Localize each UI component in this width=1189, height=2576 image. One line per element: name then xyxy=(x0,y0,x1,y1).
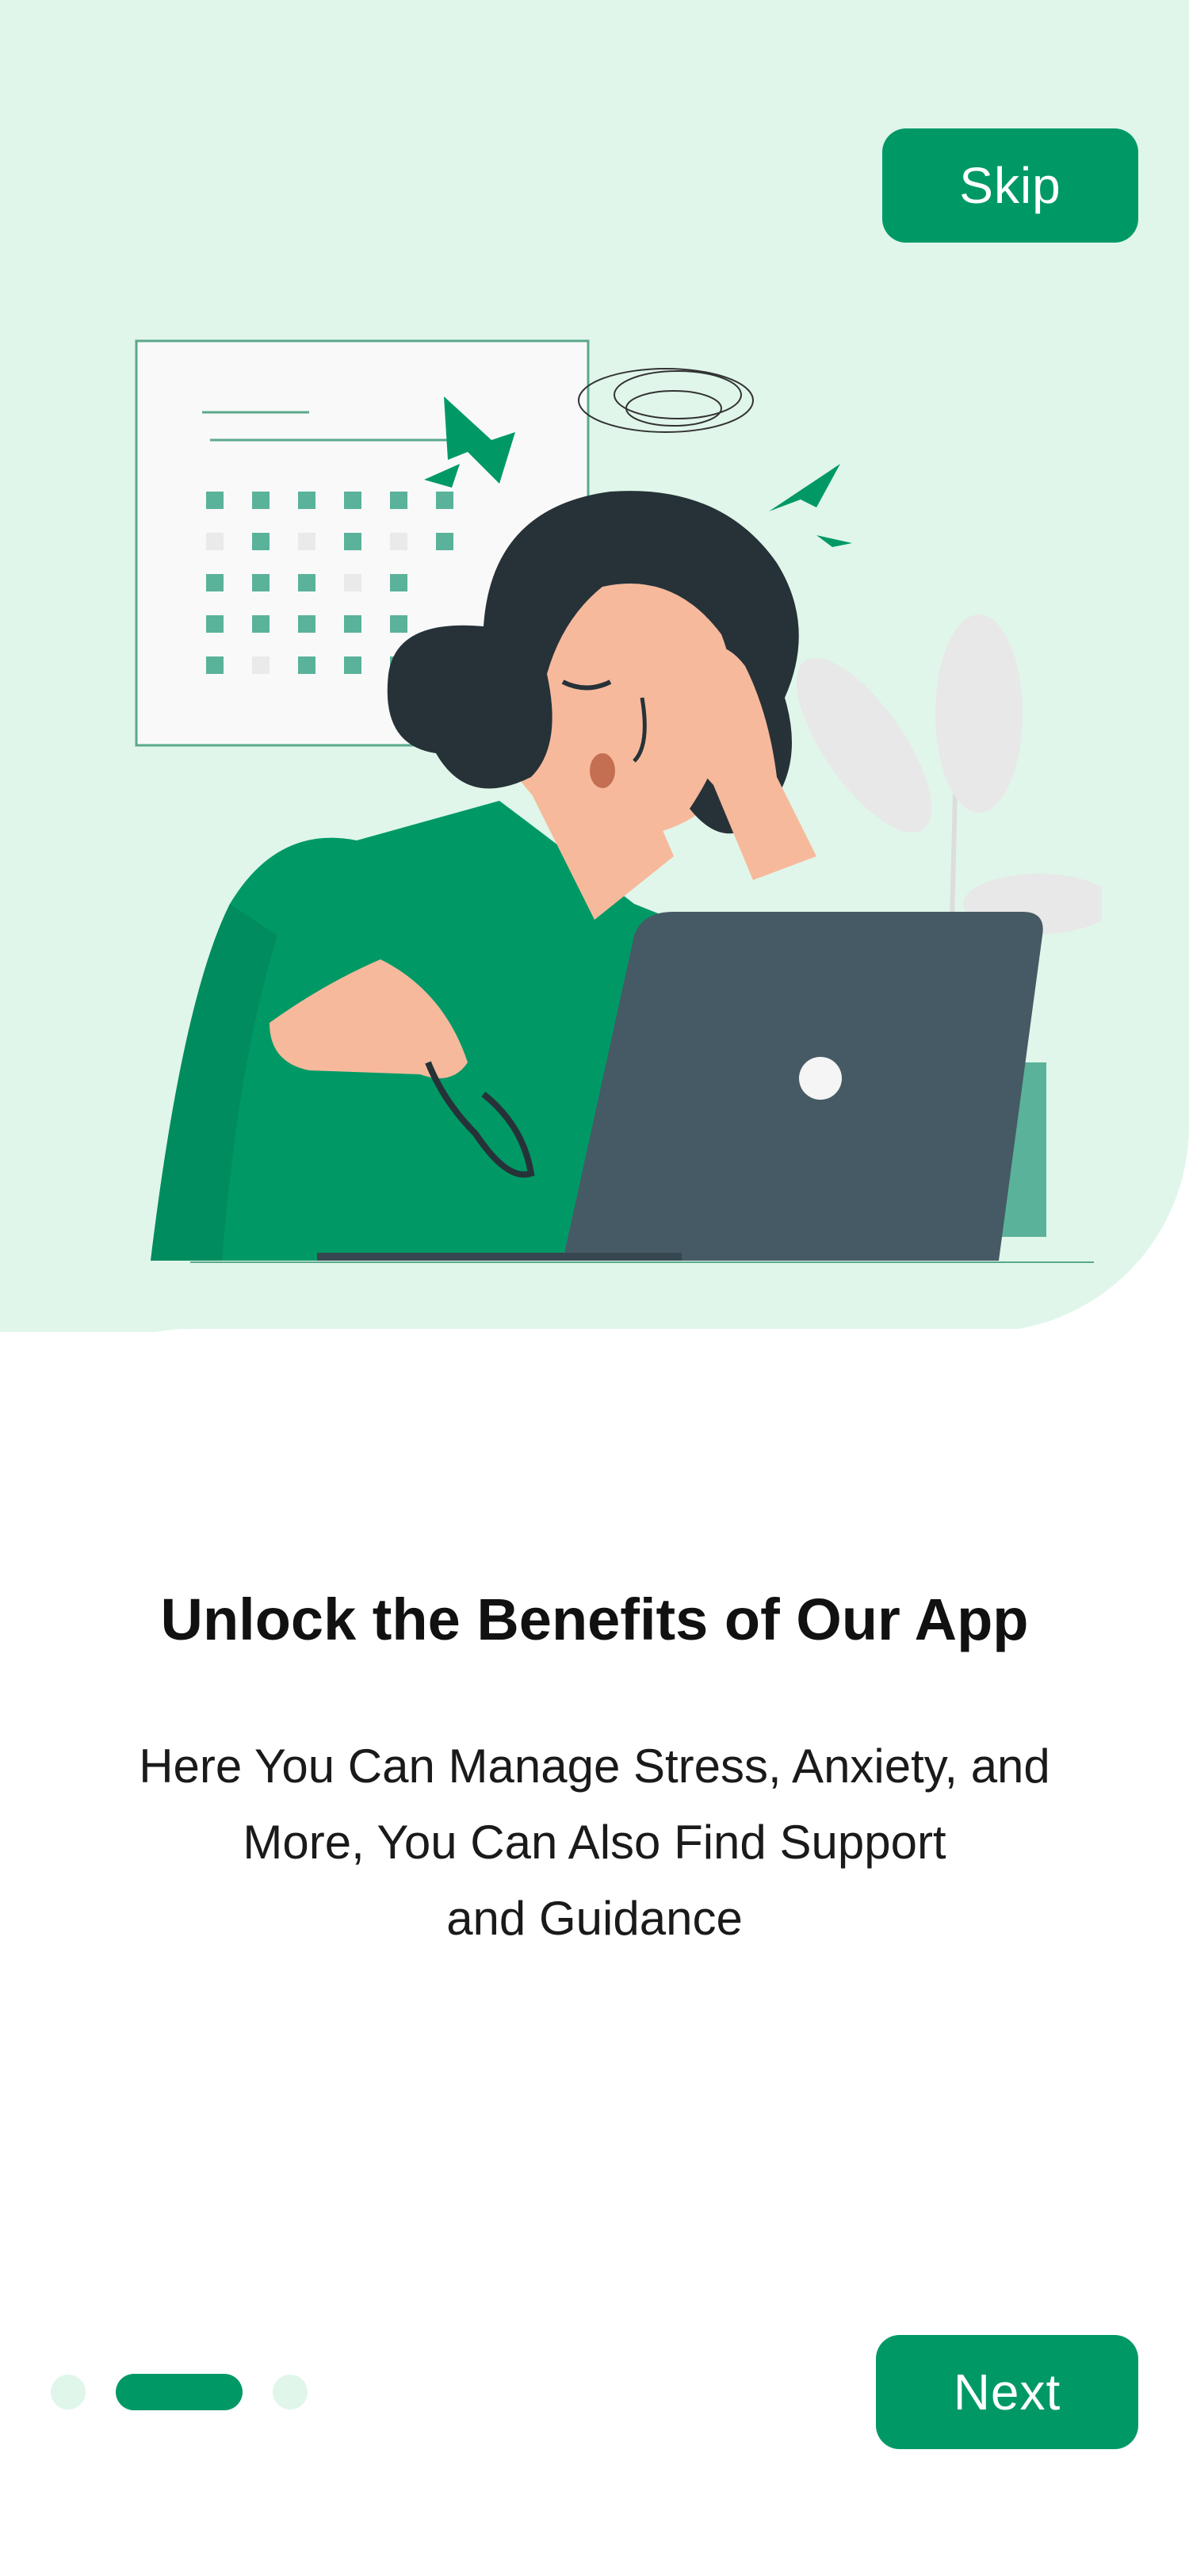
pagination-dots xyxy=(51,2374,308,2410)
stressed-person-illustration xyxy=(135,339,1102,1263)
skip-button[interactable]: Skip xyxy=(882,128,1138,243)
description-line: Here You Can Manage Stress, Anxiety, and xyxy=(139,1740,1050,1793)
stress-squiggle-graphic xyxy=(578,368,754,433)
page-description: Here You Can Manage Stress, Anxiety, and… xyxy=(71,1728,1118,1957)
next-button[interactable]: Next xyxy=(876,2335,1138,2449)
pagination-dot-active[interactable] xyxy=(116,2374,243,2410)
pagination-dot[interactable] xyxy=(51,2375,86,2409)
description-line: and Guidance xyxy=(446,1892,743,1945)
pagination-dot[interactable] xyxy=(273,2375,308,2409)
description-line: More, You Can Also Find Support xyxy=(243,1816,946,1869)
page-title: Unlock the Benefits of Our App xyxy=(160,1587,1029,1652)
